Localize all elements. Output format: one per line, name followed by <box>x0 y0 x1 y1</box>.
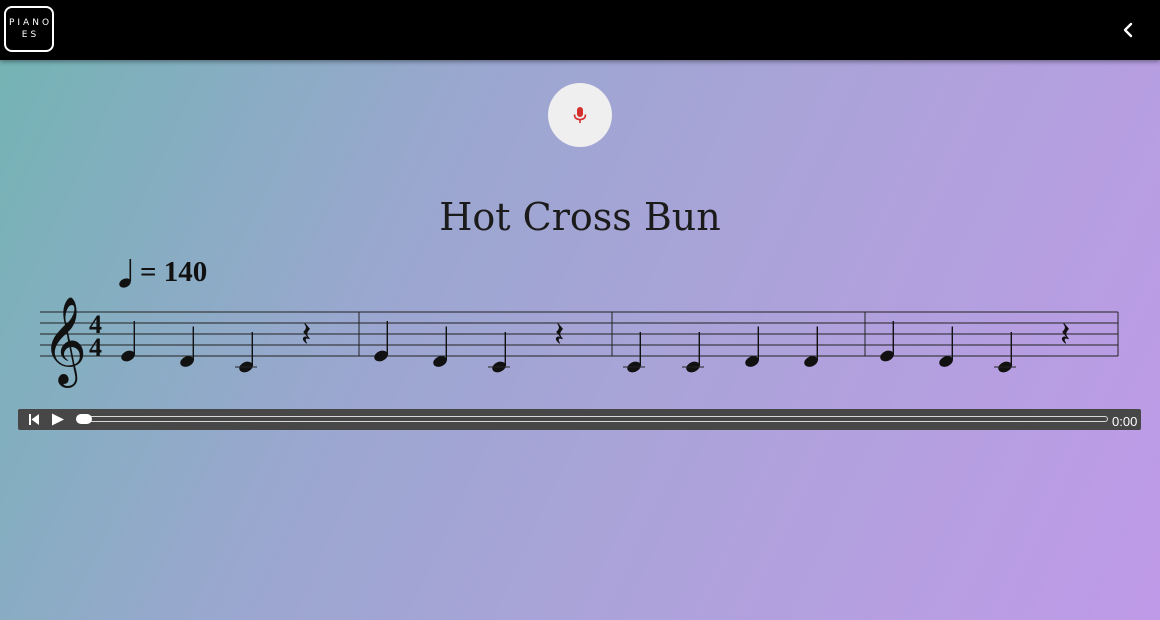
sheet-music-staff: 𝄞 4 4 𝄽 𝄽 𝄽 <box>40 295 1119 388</box>
song-title: Hot Cross Bun <box>439 195 721 239</box>
quarter-note <box>180 326 195 367</box>
time-display: 0:00 <box>1112 414 1138 429</box>
logo[interactable]: PIANO ES <box>4 6 54 52</box>
quarter-note <box>682 332 704 373</box>
quarter-note <box>880 321 894 362</box>
audio-player: 0:00 <box>18 409 1141 430</box>
time-signature: 4 4 <box>89 310 102 362</box>
quarter-note <box>374 321 388 362</box>
skip-back-icon[interactable] <box>28 413 41 426</box>
quarter-note <box>804 326 818 367</box>
logo-line-2: ES <box>21 30 40 40</box>
quarter-note <box>994 332 1016 373</box>
quarter-note <box>939 326 953 367</box>
quarter-note <box>235 332 257 373</box>
quarter-rest: 𝄽 <box>1060 315 1070 355</box>
quarter-rest: 𝄽 <box>554 315 564 355</box>
microphone-button[interactable] <box>548 83 612 147</box>
progress-track[interactable] <box>78 416 1108 422</box>
quarter-rest: 𝄽 <box>301 315 311 355</box>
treble-clef: 𝄞 <box>42 295 87 388</box>
progress-handle[interactable] <box>76 414 92 424</box>
quarter-note <box>623 332 645 373</box>
quarter-note <box>745 326 759 367</box>
microphone-icon <box>573 107 587 123</box>
top-bar: PIANO ES <box>0 0 1160 60</box>
play-icon[interactable] <box>51 413 65 426</box>
back-button[interactable] <box>1118 20 1138 40</box>
quarter-note <box>488 332 510 373</box>
svg-text:4: 4 <box>89 333 102 362</box>
logo-line-1: PIANO <box>8 18 53 28</box>
staff-lines <box>40 311 1118 357</box>
quarter-note <box>433 326 447 367</box>
chevron-left-icon <box>1123 22 1133 38</box>
quarter-note <box>121 321 136 362</box>
